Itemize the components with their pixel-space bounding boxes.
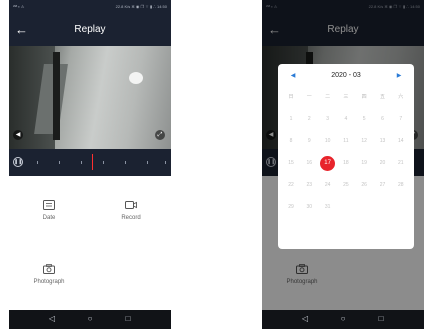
calendar-day[interactable]: 13 [374, 132, 392, 150]
photograph-button[interactable]: Photograph [19, 264, 79, 285]
calendar-day[interactable]: 14 [392, 132, 410, 150]
calendar-day[interactable]: 15 [282, 154, 300, 172]
status-right: 22.8 K/s ✲ ◉ ❐ ⌔ ▮ ∴ 14:50 [115, 4, 167, 9]
next-month-icon[interactable]: ▶ [394, 71, 404, 81]
timeline-tick [81, 161, 82, 164]
photograph-label: Photograph [33, 279, 65, 285]
timeline-tick [165, 161, 166, 164]
calendar-day[interactable]: 3 [319, 110, 337, 128]
calendar-day[interactable]: 4 [337, 110, 355, 128]
selected-day-label: 17 [320, 156, 336, 171]
video-camera-icon [125, 201, 137, 209]
replay-screen: ᴵᴬᴮ ▪ ⚠ 22.8 K/s ✲ ◉ ❐ ⌔ ▮ ∴ 14:50 ← Rep… [9, 0, 171, 329]
system-nav-bar: ◁ ○ □ [262, 310, 424, 329]
nav-recent-icon[interactable]: □ [123, 314, 133, 324]
nav-back-icon[interactable]: ◁ [300, 314, 310, 324]
record-label: Record [121, 215, 141, 221]
timeline-tick [59, 161, 60, 164]
calendar-icon [43, 200, 55, 210]
calendar-header: ◀ 2020 - 03 ▶ [278, 64, 414, 88]
calendar-day[interactable]: 18 [337, 154, 355, 172]
calendar-day[interactable]: 27 [374, 176, 392, 194]
calendar-day[interactable]: 1 [282, 110, 300, 128]
video-glare [129, 72, 143, 84]
status-left: ᴵᴬᴮ ▪ ⚠ [13, 4, 25, 9]
calendar-day[interactable]: 9 [300, 132, 318, 150]
speaker-icon[interactable]: ◀ [13, 130, 23, 140]
calendar-day[interactable]: 25 [337, 176, 355, 194]
fullscreen-icon[interactable]: ⤢ [155, 130, 165, 140]
calendar-day[interactable]: 8 [282, 132, 300, 150]
calendar-day[interactable]: 26 [355, 176, 373, 194]
playback-timeline[interactable]: ❚❚ [9, 149, 171, 176]
status-bar: ᴵᴬᴮ ▪ ⚠ 22.8 K/s ✲ ◉ ❐ ⌔ ▮ ∴ 14:50 [9, 0, 171, 14]
calendar-day[interactable]: 7 [392, 110, 410, 128]
weekday-label: 日 [288, 94, 294, 100]
calendar-day[interactable]: 23 [300, 176, 318, 194]
weekday-label: 四 [361, 94, 367, 100]
date-label: Date [42, 215, 56, 221]
calendar-day[interactable]: 24 [319, 176, 337, 194]
calendar-day[interactable]: 11 [337, 132, 355, 150]
calendar-day[interactable]: 12 [355, 132, 373, 150]
calendar-day-selected[interactable]: 17 [319, 154, 337, 172]
weekday-label: 三 [343, 94, 349, 100]
calendar-day[interactable]: 30 [300, 198, 318, 216]
calendar-day[interactable]: 16 [300, 154, 318, 172]
calendar-day[interactable]: 29 [282, 198, 300, 216]
timeline-tick [37, 161, 38, 164]
video-player[interactable]: ◀ ⤢ [9, 46, 171, 149]
weekday-label: 一 [306, 94, 312, 100]
actions-panel: Date Record Photograph [9, 176, 171, 310]
timeline-ticks [31, 161, 167, 164]
nav-home-icon[interactable]: ○ [338, 314, 348, 324]
calendar-day[interactable]: 6 [374, 110, 392, 128]
calendar-day[interactable]: 19 [355, 154, 373, 172]
nav-home-icon[interactable]: ○ [85, 314, 95, 324]
date-button[interactable]: Date [19, 200, 79, 221]
calendar-day[interactable]: 22 [282, 176, 300, 194]
weekday-label: 二 [325, 94, 331, 100]
calendar-day[interactable]: 5 [355, 110, 373, 128]
system-nav-bar: ◁ ○ □ [9, 310, 171, 329]
calendar-day[interactable]: 28 [392, 176, 410, 194]
pause-icon[interactable]: ❚❚ [13, 157, 23, 167]
weekday-label: 五 [379, 94, 385, 100]
record-button[interactable]: Record [101, 200, 161, 221]
calendar-day[interactable]: 31 [319, 198, 337, 216]
calendar-day[interactable]: 21 [392, 154, 410, 172]
nav-back-icon[interactable]: ◁ [47, 314, 57, 324]
weekday-label: 六 [398, 94, 404, 100]
camera-icon [43, 264, 55, 274]
calendar-day[interactable]: 2 [300, 110, 318, 128]
title-bar: ← Replay [9, 14, 171, 46]
video-dark-object [53, 52, 60, 140]
page-title: Replay [74, 24, 106, 35]
timeline-cursor[interactable] [92, 154, 93, 170]
timeline-tick [147, 161, 148, 164]
timeline-tick [125, 161, 126, 164]
calendar-day[interactable]: 20 [374, 154, 392, 172]
nav-recent-icon[interactable]: □ [376, 314, 386, 324]
timeline-tick [103, 161, 104, 164]
calendar-day[interactable]: 10 [319, 132, 337, 150]
date-picker-dialog: ◀ 2020 - 03 ▶ 日一二三四五六 1 2 3 4 5 6 7 8 9 10 11 12 13 14… [278, 64, 414, 249]
replay-screen-calendar-open: ᴵᴬᴮ ▪ ⚠ 22.8 K/s ✲ ◉ ❐ ⌔ ▮ ∴ 14:50 ← Rep… [262, 0, 424, 329]
